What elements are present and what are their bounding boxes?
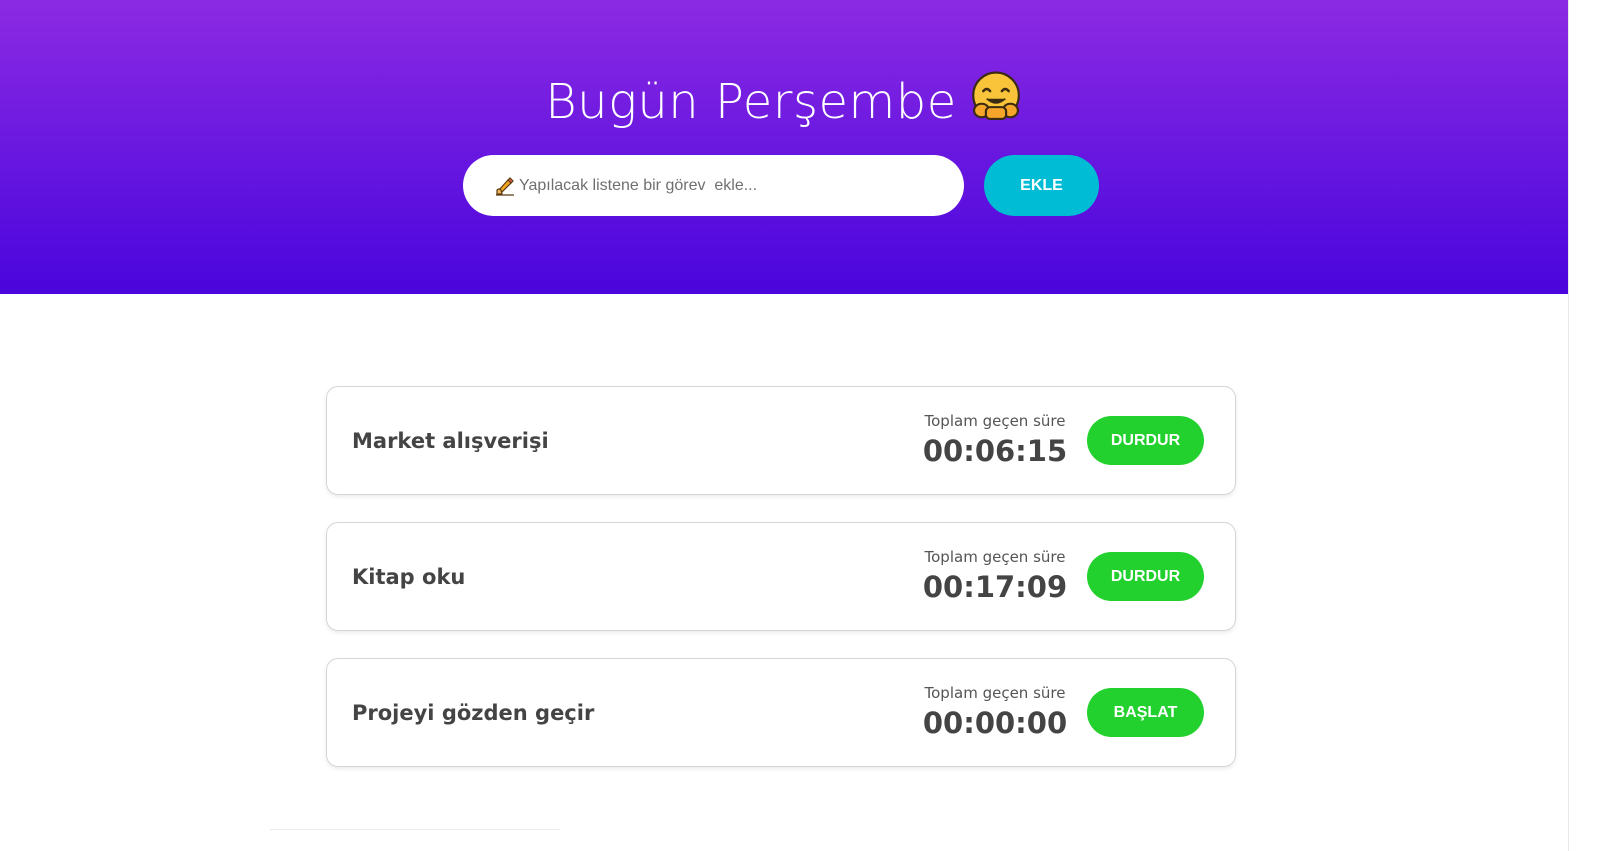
- header: Bugün Perşembe EKLE: [0, 0, 1568, 294]
- start-button[interactable]: BAŞLAT: [1087, 688, 1204, 737]
- task-list: Market alışverişi Toplam geçen süre 00:0…: [326, 386, 1236, 794]
- task-card: Projeyi gözden geçir Toplam geçen süre 0…: [326, 658, 1236, 767]
- task-card: Market alışverişi Toplam geçen süre 00:0…: [326, 386, 1236, 495]
- task-name: Market alışverişi: [352, 429, 549, 453]
- writing-hand-icon: [496, 177, 514, 196]
- stop-button[interactable]: DURDUR: [1087, 552, 1204, 601]
- timer-label: Toplam geçen süre: [924, 684, 1066, 702]
- task-input-wrapper: [463, 155, 964, 216]
- app-root: Bugün Perşembe EKLE Market al: [0, 0, 1605, 851]
- page-scrollbar[interactable]: [1568, 0, 1605, 851]
- timer-value: 00:17:09: [922, 570, 1068, 604]
- task-input[interactable]: [519, 155, 939, 216]
- task-name: Projeyi gözden geçir: [352, 701, 595, 725]
- timer-value: 00:00:00: [922, 706, 1068, 740]
- timer-label: Toplam geçen süre: [924, 548, 1066, 566]
- timer-value: 00:06:15: [922, 434, 1068, 468]
- task-card: Kitap oku Toplam geçen süre 00:17:09 DUR…: [326, 522, 1236, 631]
- hugging-face-emoji-icon: [971, 71, 1020, 120]
- divider: [270, 829, 560, 830]
- task-timer: Toplam geçen süre 00:17:09: [915, 546, 1075, 606]
- page-title-row: Bugün Perşembe: [0, 70, 1568, 132]
- page-title: Bugün Perşembe: [545, 74, 957, 130]
- task-timer: Toplam geçen süre 00:00:00: [915, 682, 1075, 742]
- task-name: Kitap oku: [352, 565, 466, 589]
- add-task-button[interactable]: EKLE: [984, 155, 1099, 216]
- stop-button[interactable]: DURDUR: [1087, 416, 1204, 465]
- task-timer: Toplam geçen süre 00:06:15: [915, 410, 1075, 470]
- timer-label: Toplam geçen süre: [924, 412, 1066, 430]
